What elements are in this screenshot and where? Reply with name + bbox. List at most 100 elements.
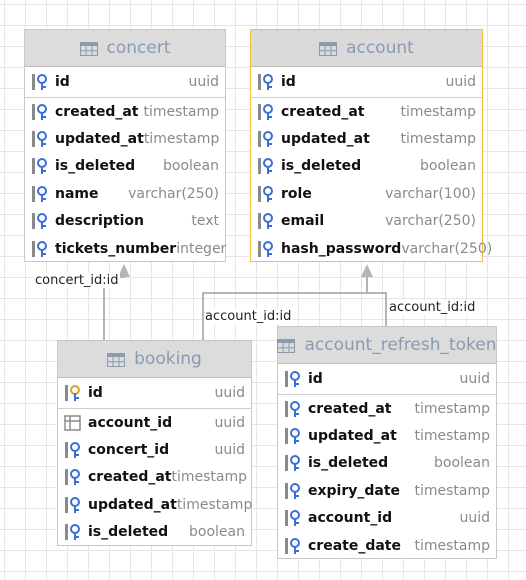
field-row[interactable]: created_at timestamp — [58, 464, 251, 491]
field-type: varchar(100) — [385, 185, 476, 202]
field-row[interactable]: id uuid — [25, 67, 225, 98]
field-row[interactable]: role varchar(100) — [251, 180, 482, 207]
field-type: varchar(250) — [401, 240, 493, 257]
field-type: uuid — [188, 74, 219, 90]
field-name: id — [308, 371, 323, 387]
link-arrow-account — [361, 264, 373, 277]
column-icon — [31, 212, 51, 230]
table-header[interactable]: account — [251, 30, 482, 67]
column-icon — [257, 130, 277, 148]
field-name: updated_at — [281, 131, 370, 148]
link-label-refresh-account-id: account_id:id — [388, 300, 477, 315]
field-name: created_at — [281, 103, 365, 120]
field-name: created_at — [55, 103, 139, 120]
field-row[interactable]: created_at timestamp — [251, 98, 482, 125]
field-type: timestamp — [171, 469, 248, 486]
column-icon — [257, 240, 277, 258]
field-type: timestamp — [143, 131, 220, 148]
field-name: id — [281, 74, 296, 90]
field-row[interactable]: concert_id uuid — [58, 436, 251, 463]
field-name: hash_password — [281, 240, 402, 257]
field-name: name — [55, 185, 99, 202]
field-name: description — [55, 213, 144, 230]
table-header[interactable]: concert — [25, 30, 225, 67]
column-icon — [257, 103, 277, 121]
link-arrow-concert — [118, 264, 130, 277]
field-row[interactable]: created_at timestamp — [278, 395, 496, 422]
table-icon — [277, 338, 296, 353]
key-icon — [31, 73, 51, 91]
field-type: uuid — [214, 442, 245, 459]
field-type: timestamp — [414, 400, 490, 417]
field-row[interactable]: is_deleted boolean — [251, 153, 482, 180]
field-row[interactable]: name varchar(250) — [25, 180, 225, 207]
field-type: timestamp — [414, 537, 490, 554]
table-account-refresh-token[interactable]: account_refresh_token id uuid created_at tim… — [277, 326, 497, 559]
field-name: role — [281, 185, 312, 202]
field-type: timestamp — [400, 131, 476, 148]
field-name: email — [281, 213, 325, 230]
field-row[interactable]: tickets_number integer — [25, 235, 226, 262]
field-name: is_deleted — [55, 158, 136, 175]
field-row[interactable]: expiry_date timestamp — [278, 477, 496, 504]
field-type: timestamp — [414, 428, 490, 445]
field-type: varchar(250) — [128, 185, 219, 202]
table-name: account — [346, 38, 414, 58]
field-type: timestamp — [414, 482, 490, 499]
link-label-concert-id: concert_id:id — [34, 273, 120, 288]
field-type: boolean — [163, 158, 219, 175]
table-icon — [319, 41, 338, 56]
field-name: is_deleted — [281, 158, 362, 175]
table-header[interactable]: booking — [58, 341, 251, 378]
field-row[interactable]: email varchar(250) — [251, 208, 482, 235]
field-row[interactable]: is_deleted boolean — [278, 450, 496, 477]
field-name: account_id — [308, 510, 393, 527]
field-row[interactable]: updated_at timestamp — [278, 422, 496, 449]
field-type: uuid — [214, 385, 245, 401]
column-icon — [64, 523, 84, 541]
field-row[interactable]: account_id uuid — [278, 505, 496, 532]
field-type: timestamp — [143, 103, 219, 120]
field-row[interactable]: updated_at timestamp — [25, 125, 225, 152]
field-row[interactable]: updated_at timestamp — [58, 491, 253, 518]
field-name: is_deleted — [308, 455, 389, 472]
field-name: create_date — [308, 537, 401, 554]
link-refresh-account[interactable] — [367, 292, 387, 326]
field-type: uuid — [459, 371, 490, 387]
table-account[interactable]: account id uuid created_at timestamp updated_… — [250, 29, 492, 262]
field-type: timestamp — [176, 496, 253, 513]
column-icon — [284, 509, 304, 527]
column-icon — [257, 212, 277, 230]
column-icon — [31, 185, 51, 203]
field-type: uuid — [459, 510, 490, 527]
field-row[interactable]: hash_password varchar(250) — [251, 235, 492, 262]
field-name: updated_at — [55, 131, 144, 148]
table-name: account_refresh_token — [304, 335, 497, 355]
field-type: uuid — [214, 414, 245, 431]
column-icon — [284, 427, 304, 445]
column-icon — [31, 103, 51, 121]
field-row[interactable]: id uuid — [278, 364, 496, 395]
field-row[interactable]: created_at timestamp — [25, 98, 225, 125]
field-row[interactable]: create_date timestamp — [278, 532, 496, 559]
field-row[interactable]: is_deleted boolean — [25, 153, 225, 180]
table-booking[interactable]: booking id uuid account_id uuid concert_id uui… — [57, 340, 252, 546]
column-icon — [31, 157, 51, 175]
field-row[interactable]: is_deleted boolean — [58, 519, 251, 546]
field-name: updated_at — [88, 496, 177, 513]
field-row[interactable]: account_id uuid — [58, 409, 251, 436]
field-type: uuid — [445, 74, 476, 90]
field-name: created_at — [308, 400, 392, 417]
field-name: account_id — [88, 414, 173, 431]
field-row[interactable]: description text — [25, 208, 225, 235]
table-concert[interactable]: concert id uuid created_at timestamp updated_… — [24, 29, 226, 262]
field-name: id — [55, 74, 70, 90]
field-name: updated_at — [308, 428, 397, 445]
column-icon — [284, 400, 304, 418]
field-row[interactable]: id uuid — [58, 378, 251, 409]
field-row[interactable]: updated_at timestamp — [251, 125, 482, 152]
table-header[interactable]: account_refresh_token — [277, 327, 497, 364]
field-row[interactable]: id uuid — [251, 67, 482, 98]
field-type: boolean — [420, 158, 476, 175]
column-icon — [257, 157, 277, 175]
